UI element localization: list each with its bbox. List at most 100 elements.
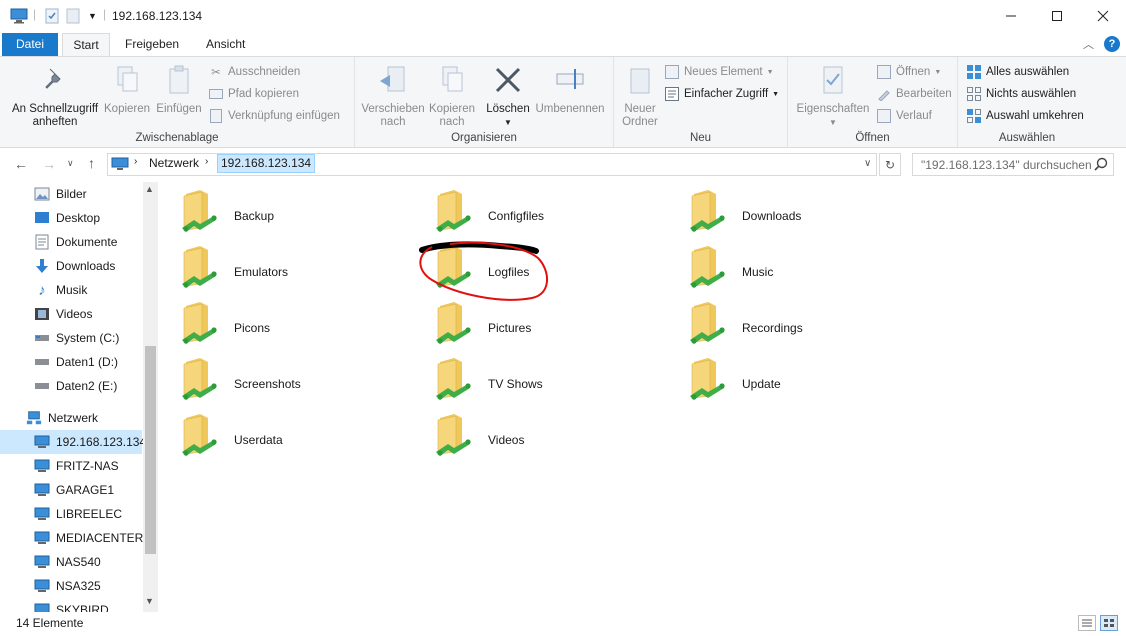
copy-path-button[interactable]: Pfad kopieren — [208, 86, 299, 102]
folder-item[interactable]: Update — [666, 350, 906, 400]
window-controls — [988, 0, 1126, 32]
forward-arrow-icon[interactable]: → — [42, 156, 56, 172]
rename-button[interactable]: Umbenennen — [533, 63, 607, 116]
history-label: Verlauf — [896, 110, 932, 122]
copy-to-button[interactable]: Kopieren nach — [427, 63, 477, 129]
edit-button[interactable]: Bearbeiten — [876, 86, 952, 102]
folder-item[interactable]: Recordings — [666, 294, 906, 344]
sidebar-item-bilder[interactable]: Bilder — [0, 182, 142, 206]
collapse-ribbon-icon[interactable]: ︿ — [1083, 36, 1094, 52]
large-icons-view-icon[interactable] — [1100, 615, 1118, 631]
sidebar-item-daten1-d[interactable]: Daten1 (D:) — [0, 350, 142, 374]
sidebar-item-netzwerk[interactable]: Netzwerk — [0, 406, 142, 430]
breadcrumb-netzwerk[interactable]: Netzwerk — [149, 156, 199, 170]
address-dropdown-chevron-icon[interactable]: ∨ — [864, 158, 871, 169]
back-arrow-icon[interactable]: ← — [14, 156, 28, 172]
scrollbar-thumb[interactable] — [145, 346, 156, 554]
status-bar: 14 Elemente — [0, 612, 1126, 636]
delete-button[interactable]: Löschen ▼ — [485, 63, 531, 129]
history-button[interactable]: Verlauf — [876, 108, 932, 124]
sidebar-item-skybird[interactable]: SKYBIRD — [0, 598, 142, 612]
group-neu: Neuer Ordner Neues Element ▼ Einfacher Z… — [614, 57, 788, 147]
folder-name: Music — [742, 265, 774, 279]
folder-item[interactable]: Logfiles — [412, 238, 652, 288]
invert-selection-button[interactable]: Auswahl umkehren — [966, 108, 1084, 124]
open-label: Öffnen — [896, 66, 931, 78]
folder-item[interactable]: Userdata — [158, 406, 398, 456]
folder-item[interactable]: TV Shows — [412, 350, 652, 400]
sidebar-item-daten2-e[interactable]: Daten2 (E:) — [0, 374, 142, 398]
computer-icon[interactable] — [10, 8, 28, 24]
scroll-up-chevron-icon[interactable]: ▲ — [145, 184, 154, 194]
rename-label: Umbenennen — [535, 103, 605, 115]
sidebar-item-system-c[interactable]: System (C:) — [0, 326, 142, 350]
new-folder-icon[interactable] — [66, 8, 80, 24]
close-icon[interactable] — [1080, 0, 1126, 32]
paste-shortcut-button[interactable]: Verknüpfung einfügen — [208, 108, 340, 124]
shared-folder-icon — [432, 188, 472, 232]
folder-item[interactable]: Screenshots — [158, 350, 398, 400]
breadcrumb-separator-icon[interactable]: › — [134, 156, 137, 167]
refresh-icon[interactable]: ↻ — [879, 153, 901, 176]
delete-dropdown-icon[interactable]: ▼ — [485, 116, 531, 129]
pin-quick-access-button[interactable]: An Schnellzugriff anheften — [6, 63, 104, 129]
sidebar-item-musik[interactable]: ♪ Musik — [0, 278, 142, 302]
delete-label: Löschen — [486, 103, 530, 115]
move-to-button[interactable]: Verschieben nach — [361, 63, 425, 129]
navigation-pane: Bilder Desktop Dokumente Downloads ♪ Mus… — [0, 182, 158, 612]
up-arrow-icon[interactable]: ↑ — [88, 155, 95, 171]
search-input[interactable]: "192.168.123.134" durchsuchen — [912, 153, 1114, 176]
select-none-button[interactable]: Nichts auswählen — [966, 86, 1076, 102]
maximize-icon[interactable] — [1034, 0, 1080, 32]
copy-button[interactable]: Kopieren — [104, 63, 150, 116]
minimize-icon[interactable] — [988, 0, 1034, 32]
sidebar-item-nsa325[interactable]: NSA325 — [0, 574, 142, 598]
sidebar-item-192-168-123-134[interactable]: 192.168.123.134 — [0, 430, 146, 454]
sidebar-item-fritz-nas[interactable]: FRITZ-NAS — [0, 454, 142, 478]
properties-icon[interactable] — [44, 8, 60, 24]
help-icon[interactable]: ? — [1104, 36, 1120, 52]
details-view-icon[interactable] — [1078, 615, 1096, 631]
tab-freigeben[interactable]: Freigeben — [115, 33, 189, 56]
edit-label: Bearbeiten — [896, 88, 952, 100]
folder-item[interactable]: Configfiles — [412, 182, 652, 232]
quick-access-dropdown-icon[interactable]: ▼ — [88, 11, 97, 21]
scroll-down-chevron-icon[interactable]: ▼ — [145, 596, 154, 606]
tab-datei[interactable]: Datei — [2, 33, 58, 56]
folder-item[interactable]: Picons — [158, 294, 398, 344]
open-button[interactable]: Öffnen ▼ — [876, 64, 941, 80]
properties-dropdown-icon[interactable]: ▼ — [792, 116, 874, 129]
breadcrumb-separator-icon[interactable]: › — [205, 156, 208, 167]
sidebar-item-garage1[interactable]: GARAGE1 — [0, 478, 142, 502]
folder-item[interactable]: Videos — [412, 406, 652, 456]
tab-start[interactable]: Start — [62, 33, 110, 56]
search-icon[interactable] — [1094, 157, 1108, 174]
folder-item[interactable]: Emulators — [158, 238, 398, 288]
breadcrumb-current[interactable]: 192.168.123.134 — [217, 154, 316, 173]
sidebar-item-videos[interactable]: Videos — [0, 302, 142, 326]
new-folder-button[interactable]: Neuer Ordner — [620, 63, 660, 129]
sidebar-item-downloads[interactable]: Downloads — [0, 254, 142, 278]
folder-name: Configfiles — [488, 209, 545, 223]
new-item-button[interactable]: Neues Element ▼ — [664, 64, 774, 80]
recent-locations-chevron-icon[interactable]: ∨ — [67, 158, 74, 169]
folder-item[interactable]: Backup — [158, 182, 398, 232]
tab-ansicht[interactable]: Ansicht — [196, 33, 255, 56]
paste-button[interactable]: Einfügen — [154, 63, 204, 116]
folder-item[interactable]: Downloads — [666, 182, 906, 232]
sidebar-item-dokumente[interactable]: Dokumente — [0, 230, 142, 254]
sidebar-scrollbar[interactable]: ▲ ▼ — [143, 182, 158, 612]
easy-access-button[interactable]: Einfacher Zugriff ▼ — [664, 86, 779, 102]
sidebar-item-mediacenter[interactable]: MEDIACENTER — [0, 526, 143, 550]
folder-item[interactable]: Music — [666, 238, 906, 288]
sidebar-item-libreelec[interactable]: LIBREELEC — [0, 502, 142, 526]
folder-item[interactable]: Pictures — [412, 294, 652, 344]
sidebar-item-nas540[interactable]: NAS540 — [0, 550, 142, 574]
sidebar-item-desktop[interactable]: Desktop — [0, 206, 142, 230]
select-all-button[interactable]: Alles auswählen — [966, 64, 1069, 80]
computer-icon — [34, 482, 50, 498]
cut-button[interactable]: ✂ Ausschneiden — [208, 64, 300, 80]
paste-icon — [154, 63, 204, 97]
properties-button[interactable]: Eigenschaften ▼ — [792, 63, 874, 129]
chevron-down-icon: ▼ — [766, 68, 774, 76]
